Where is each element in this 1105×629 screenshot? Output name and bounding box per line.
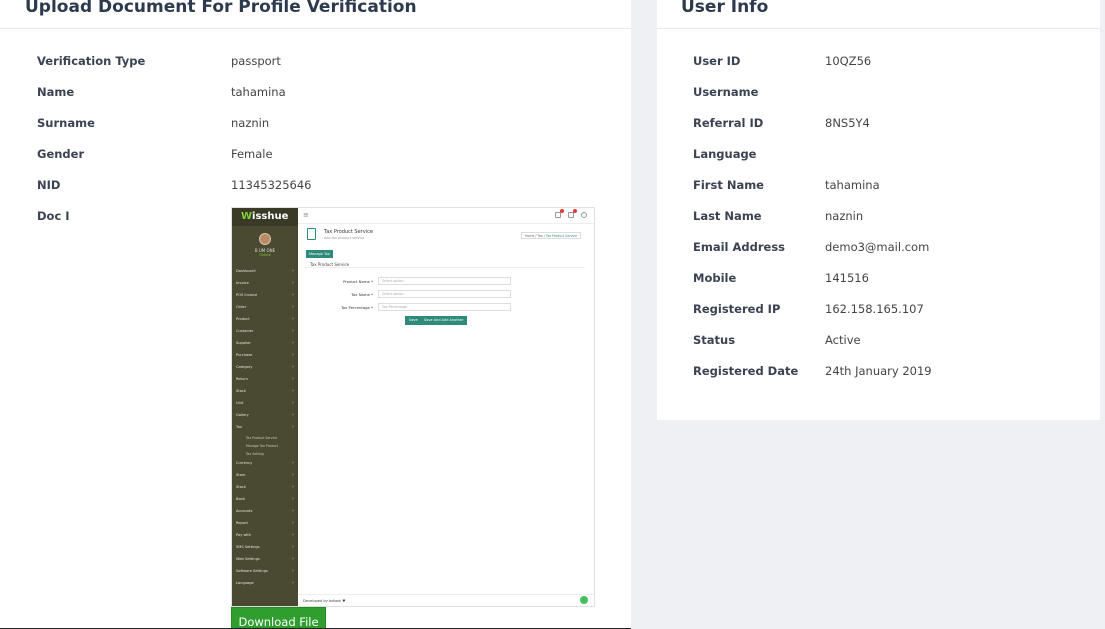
username-label: Username: [693, 85, 759, 99]
doc-submenu-item: Manage Tax Product: [246, 444, 279, 448]
doc-footer: Developed by bdtask ♥: [298, 594, 594, 606]
referral-id-label: Referral ID: [693, 116, 764, 130]
doc-menu-item: Currency: [232, 458, 298, 470]
doc-menu-item: Product: [232, 314, 298, 326]
doc-menu-item: Accounts: [232, 506, 298, 518]
doc-sidebar: Wisshue B UM ONE Online Dashboard Invoic…: [232, 208, 298, 606]
user-id-label: User ID: [693, 54, 741, 68]
doc-topbar: ≡: [298, 208, 594, 224]
user-info-card-title: User Info: [681, 0, 769, 17]
doc-menu: Dashboard Invoice POS Invoice Order Prod…: [232, 266, 298, 590]
alert-badge: [573, 209, 577, 213]
doc-form-input: Select option: [378, 290, 511, 298]
doc-menu-item: Language: [232, 578, 298, 590]
first-name-label: First Name: [693, 178, 764, 192]
surname-value: naznin: [231, 116, 270, 130]
notification-icon: [555, 212, 561, 218]
doc-menu-item: Report: [232, 518, 298, 530]
doc-menu-item: Web Settings: [232, 554, 298, 566]
email-value: demo3@mail.com: [825, 240, 930, 254]
doc-menu-item: Purchase: [232, 350, 298, 362]
name-value: tahamina: [231, 85, 286, 99]
doc-menu-item: Supplier: [232, 338, 298, 350]
user-info-card-header: User Info: [657, 0, 1100, 29]
doc-breadcrumb: Home / Tax / Tax Product Service: [521, 232, 582, 239]
verification-type-value: passport: [231, 54, 281, 68]
verification-card: Upload Document For Profile Verification…: [0, 0, 631, 629]
doc-menu-item: Gallery: [232, 410, 298, 422]
language-label: Language: [693, 147, 757, 161]
settings-icon: [581, 212, 587, 218]
doc-submenu-item: Tax Product Service: [246, 436, 278, 440]
doc-menu-item: Invoice: [232, 278, 298, 290]
registered-date-value: 24th January 2019: [825, 364, 932, 378]
notification-badge: [560, 209, 564, 213]
doc-menu-item: SMS Settings: [232, 542, 298, 554]
doc-menu-item: Unit: [232, 398, 298, 410]
alert-icon: [568, 212, 574, 218]
mobile-label: Mobile: [693, 271, 737, 285]
registered-ip-label: Registered IP: [693, 302, 781, 316]
user-id-value: 10QZ56: [825, 54, 872, 68]
document-image: Wisshue B UM ONE Online Dashboard Invoic…: [231, 207, 595, 607]
nid-value: 11345325646: [231, 178, 312, 192]
doc-form-label: Product Name *: [343, 279, 373, 284]
doc-menu-item: Return: [232, 374, 298, 386]
doc-menu-item: Order: [232, 302, 298, 314]
doc-manage-button: Manage Tax: [306, 250, 333, 258]
verification-type-label: Verification Type: [37, 54, 146, 68]
name-label: Name: [37, 85, 75, 99]
registered-date-label: Registered Date: [693, 364, 799, 378]
doc-form-label: Tax Percentage *: [341, 305, 373, 310]
mobile-value: 141516: [825, 271, 869, 285]
first-name-value: tahamina: [825, 178, 880, 192]
doc-page-subtitle: Add tax product service: [324, 236, 365, 240]
gender-label: Gender: [37, 147, 85, 161]
doc-help-icon: [580, 596, 588, 604]
doc-menu-item: Bank: [232, 494, 298, 506]
verification-card-title: Upload Document For Profile Verification: [25, 0, 417, 17]
clipboard-icon: [307, 228, 316, 240]
doc-avatar: [259, 233, 271, 245]
doc-menu-item: Stock: [232, 386, 298, 398]
last-name-value: naznin: [825, 209, 864, 223]
download-file-button[interactable]: Download File: [231, 607, 326, 629]
referral-id-value: 8NS5Y4: [825, 116, 870, 130]
doc-page-title: Tax Product Service: [324, 229, 373, 235]
verification-card-header: Upload Document For Profile Verification: [0, 0, 631, 29]
doc-form-input: Select option: [378, 277, 511, 285]
doc-menu-item: Pay with: [232, 530, 298, 542]
doc-form-input: Tax Percentage: [378, 303, 511, 311]
doc-menu-item: Dashboard: [232, 266, 298, 278]
doc-label: Doc I: [37, 209, 70, 223]
doc-main: ≡ Tax Product Service Add tax product se…: [298, 208, 594, 606]
nid-label: NID: [37, 178, 61, 192]
doc-section-title: Tax Product Service: [305, 260, 585, 268]
doc-submenu-item: Tax Setting: [246, 452, 264, 456]
doc-save-another-button: Save And Add Another: [420, 316, 468, 325]
doc-form-label: Tax Name *: [351, 292, 373, 297]
doc-menu-item: POS Invoice: [232, 290, 298, 302]
status-value: Active: [825, 333, 861, 347]
last-name-label: Last Name: [693, 209, 762, 223]
doc-menu-item: Category: [232, 362, 298, 374]
doc-menu-item: Store: [232, 470, 298, 482]
doc-menu-item: Stock: [232, 482, 298, 494]
doc-user-status: Online: [259, 253, 271, 257]
user-info-card: User Info User ID 10QZ56 Username Referr…: [657, 0, 1100, 420]
doc-menu-item: Customer: [232, 326, 298, 338]
doc-logo: Wisshue: [232, 208, 298, 226]
surname-label: Surname: [37, 116, 95, 130]
email-label: Email Address: [693, 240, 786, 254]
status-label: Status: [693, 333, 736, 347]
gender-value: Female: [231, 147, 273, 161]
doc-menu-item: Software Settings: [232, 566, 298, 578]
hamburger-icon: ≡: [303, 211, 309, 219]
doc-menu-item: Tax: [232, 422, 298, 434]
registered-ip-value: 162.158.165.107: [825, 302, 924, 316]
